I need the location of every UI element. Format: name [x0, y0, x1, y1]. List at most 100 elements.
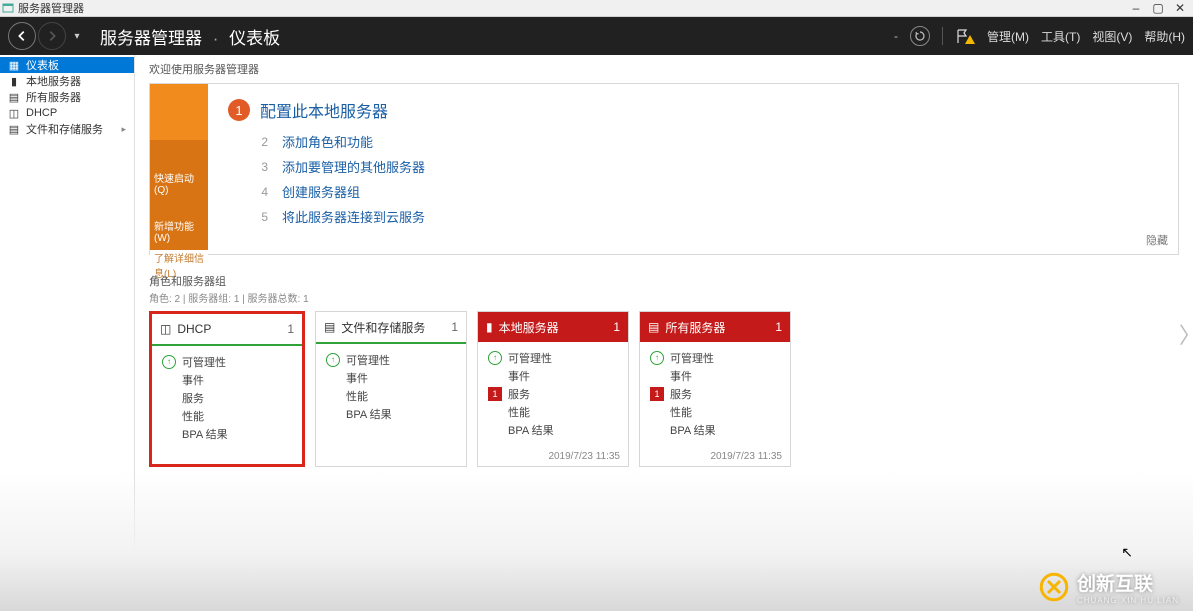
tile-title: DHCP — [177, 322, 211, 336]
sidebar-item-dashboard[interactable]: ▦ 仪表板 — [0, 57, 134, 73]
tile-file-storage[interactable]: ▤ 文件和存储服务 1 可管理性 事件 性能 BPA 结果 — [315, 311, 467, 467]
tile-row-manageability[interactable]: 可管理性 — [326, 352, 456, 368]
nav-back-button[interactable] — [8, 22, 36, 50]
roles-section-title: 角色和服务器组 — [149, 273, 1179, 289]
main-content: 欢迎使用服务器管理器 快速启动(Q) 新增功能(W) 了解详细信息(L) 1 配… — [135, 55, 1193, 611]
watermark-text: 创新互联 — [1077, 569, 1179, 596]
chevron-right-icon: ▸ — [121, 124, 126, 135]
tile-row-bpa[interactable]: BPA 结果 — [650, 422, 780, 438]
tile-row-bpa[interactable]: BPA 结果 — [162, 426, 292, 442]
header-tools: - 管理(M) 工具(T) 视图(V) 帮助(H) — [894, 26, 1185, 46]
status-error-badge: 1 — [488, 387, 502, 401]
tile-dhcp[interactable]: ◫ DHCP 1 可管理性 事件 服务 性能 BPA 结果 — [149, 311, 305, 467]
tile-row-services[interactable]: 服务 — [162, 390, 292, 406]
window-maximize-button[interactable]: ▢ — [1147, 1, 1169, 15]
tile-title: 所有服务器 — [665, 319, 725, 336]
quickstart-hide-link[interactable]: 隐藏 — [1146, 232, 1168, 248]
tile-row-manageability[interactable]: 可管理性 — [650, 350, 780, 366]
storage-icon: ▤ — [8, 123, 20, 135]
tile-row-manageability[interactable]: 可管理性 — [162, 354, 292, 370]
watermark: 创新互联 CHUANG XIN HU LIAN — [1039, 569, 1179, 605]
window-close-button[interactable]: ✕ — [1169, 1, 1191, 15]
tile-row-performance[interactable]: 性能 — [650, 404, 780, 420]
tile-title: 文件和存储服务 — [341, 319, 425, 336]
menu-manage[interactable]: 管理(M) — [987, 28, 1029, 45]
window-titlebar: 服务器管理器 – ▢ ✕ — [0, 0, 1193, 17]
servers-tile-icon: ▤ — [648, 320, 659, 334]
tile-count: 1 — [613, 320, 620, 334]
tile-title: 本地服务器 — [499, 319, 559, 336]
sidebar-item-local-server[interactable]: ▮ 本地服务器 — [0, 73, 134, 89]
tile-row-events[interactable]: 事件 — [488, 368, 618, 384]
dhcp-tile-icon: ◫ — [160, 322, 171, 336]
dhcp-icon: ◫ — [8, 107, 20, 119]
quickstart-step-3[interactable]: 3 添加要管理的其他服务器 — [256, 157, 1158, 176]
watermark-subtext: CHUANG XIN HU LIAN — [1077, 596, 1179, 605]
quickstart-step-4[interactable]: 4 创建服务器组 — [256, 182, 1158, 201]
server-tile-icon: ▮ — [486, 320, 493, 334]
header-bar: ▾ 服务器管理器 · 仪表板 - 管理(M) 工具(T) 视图(V) 帮助(H) — [0, 17, 1193, 55]
tile-row-performance[interactable]: 性能 — [326, 388, 456, 404]
roles-section-subtitle: 角色: 2 | 服务器组: 1 | 服务器总数: 1 — [149, 290, 1179, 305]
tile-row-bpa[interactable]: BPA 结果 — [488, 422, 618, 438]
status-ok-icon — [162, 355, 176, 369]
quickstart-tab-quickstart[interactable]: 快速启动(Q) — [150, 140, 208, 202]
tile-row-manageability[interactable]: 可管理性 — [488, 350, 618, 366]
sidebar-label: DHCP — [26, 107, 57, 119]
tile-count: 1 — [775, 320, 782, 334]
tile-timestamp: 2019/7/23 11:35 — [640, 447, 790, 466]
tile-all-servers[interactable]: ▤ 所有服务器 1 可管理性 事件 1服务 性能 BPA 结果 2019/7/2… — [639, 311, 791, 467]
window-title: 服务器管理器 — [18, 0, 84, 16]
dashboard-icon: ▦ — [8, 59, 20, 71]
tile-row-events[interactable]: 事件 — [162, 372, 292, 388]
quickstart-headline[interactable]: 1 配置此本地服务器 — [228, 98, 1158, 122]
breadcrumb-current: 仪表板 — [229, 29, 280, 48]
breadcrumb-root[interactable]: 服务器管理器 — [100, 29, 202, 48]
sidebar-item-dhcp[interactable]: ◫ DHCP — [0, 105, 134, 121]
sidebar-label: 仪表板 — [26, 57, 59, 73]
tiles-next-button[interactable]: 〉 — [1179, 318, 1193, 350]
tile-row-events[interactable]: 事件 — [326, 370, 456, 386]
nav-forward-button[interactable] — [38, 22, 66, 50]
breadcrumb: 服务器管理器 · 仪表板 — [100, 24, 280, 49]
server-icon: ▮ — [8, 75, 20, 87]
status-ok-icon — [488, 351, 502, 365]
status-error-badge: 1 — [650, 387, 664, 401]
quickstart-decor — [150, 84, 208, 140]
sidebar: ▦ 仪表板 ▮ 本地服务器 ▤ 所有服务器 ◫ DHCP ▤ 文件和存储服务 ▸ — [0, 55, 135, 611]
menu-help[interactable]: 帮助(H) — [1144, 28, 1185, 45]
quickstart-step-5[interactable]: 5 将此服务器连接到云服务 — [256, 207, 1158, 226]
step-number-1: 1 — [228, 99, 250, 121]
warning-triangle-icon — [965, 35, 975, 44]
menu-view[interactable]: 视图(V) — [1092, 28, 1132, 45]
watermark-logo-icon — [1039, 572, 1069, 602]
sidebar-item-file-storage[interactable]: ▤ 文件和存储服务 ▸ — [0, 121, 134, 137]
status-ok-icon — [326, 353, 340, 367]
sidebar-label: 本地服务器 — [26, 73, 81, 89]
servers-icon: ▤ — [8, 91, 20, 103]
tile-row-services[interactable]: 1服务 — [650, 386, 780, 402]
quickstart-tabs: 快速启动(Q) 新增功能(W) 了解详细信息(L) — [150, 84, 208, 254]
quickstart-tab-whatsnew[interactable]: 新增功能(W) — [150, 202, 208, 250]
tile-local-server[interactable]: ▮ 本地服务器 1 可管理性 事件 1服务 性能 BPA 结果 2019/7/2… — [477, 311, 629, 467]
tile-row-performance[interactable]: 性能 — [488, 404, 618, 420]
tile-row-services[interactable]: 1服务 — [488, 386, 618, 402]
tile-row-events[interactable]: 事件 — [650, 368, 780, 384]
window-minimize-button[interactable]: – — [1125, 1, 1147, 15]
tile-row-bpa[interactable]: BPA 结果 — [326, 406, 456, 422]
sidebar-label: 所有服务器 — [26, 89, 81, 105]
tile-count: 1 — [287, 322, 294, 336]
menu-tools[interactable]: 工具(T) — [1041, 28, 1080, 45]
refresh-icon[interactable] — [910, 26, 930, 46]
notifications-flag-icon[interactable] — [955, 28, 975, 44]
sidebar-item-all-servers[interactable]: ▤ 所有服务器 — [0, 89, 134, 105]
sidebar-label: 文件和存储服务 — [26, 121, 103, 137]
nav-dropdown-button[interactable]: ▾ — [68, 27, 86, 45]
tile-row-performance[interactable]: 性能 — [162, 408, 292, 424]
status-ok-icon — [650, 351, 664, 365]
quickstart-headline-text: 配置此本地服务器 — [260, 98, 388, 122]
welcome-heading: 欢迎使用服务器管理器 — [149, 61, 1179, 77]
tile-count: 1 — [451, 320, 458, 334]
quickstart-step-2[interactable]: 2 添加角色和功能 — [256, 132, 1158, 151]
header-dash: - — [894, 29, 898, 43]
